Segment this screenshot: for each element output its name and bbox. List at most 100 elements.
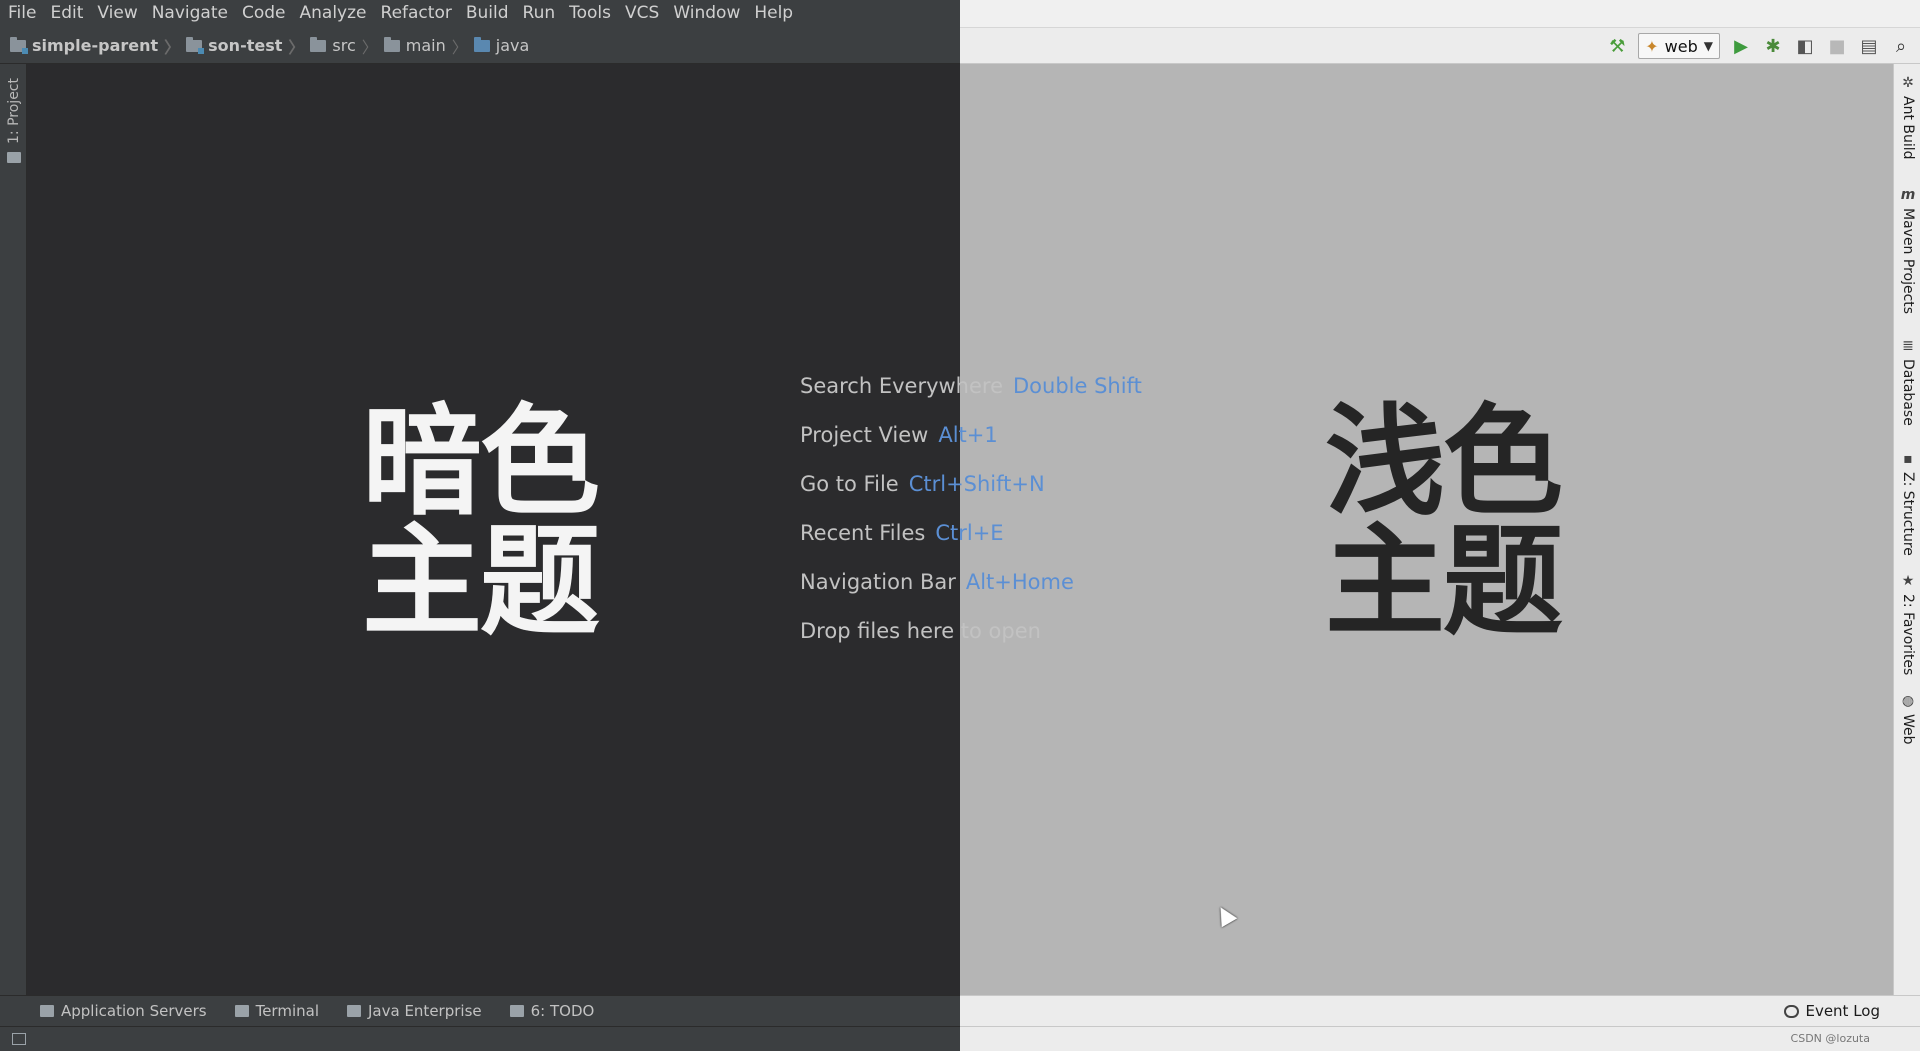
tool-tab-java-enterprise[interactable]: Java Enterprise	[347, 1002, 482, 1020]
module-folder-icon	[10, 36, 28, 54]
tool-tab-label: 2: Favorites	[1900, 594, 1916, 676]
bottom-tool-bar-light: Event Log	[960, 995, 1920, 1026]
breadcrumb-separator: 〉	[361, 37, 378, 57]
tool-tab-label: Z: Structure	[1900, 472, 1916, 556]
chevron-down-icon: ▼	[1703, 39, 1713, 53]
menu-analyze[interactable]: Analyze	[293, 0, 374, 27]
hint-label: Go to File	[800, 472, 899, 496]
tool-tab-label: Terminal	[255, 1002, 319, 1020]
tool-tab-label: 6: TODO	[530, 1002, 595, 1020]
breadcrumb-item-simple-parent[interactable]: simple-parent 〉	[10, 34, 180, 58]
build-hammer-icon[interactable]: ⚒	[1606, 35, 1628, 57]
menu-help[interactable]: Help	[747, 0, 800, 27]
hint-recent-files: Recent Files Ctrl+E	[800, 519, 1142, 568]
tool-tab-structure[interactable]: ▪ Z: Structure	[1896, 452, 1920, 556]
light-theme-label-line1: 浅色	[1325, 393, 1563, 532]
run-configuration-select[interactable]: ✦ web ▼	[1638, 33, 1720, 59]
hint-label: Search Everywhere	[800, 374, 1003, 398]
light-theme-label-line2: 主题	[1325, 513, 1563, 652]
menu-run[interactable]: Run	[516, 0, 563, 27]
stop-icon[interactable]: ■	[1826, 35, 1848, 57]
breadcrumb-item-main[interactable]: main 〉	[383, 34, 468, 58]
status-bar-light: CSDN @lozuta	[960, 1026, 1920, 1051]
tool-tab-database[interactable]: ≣ Database	[1896, 339, 1920, 426]
menu-code[interactable]: Code	[235, 0, 293, 27]
hint-shortcut: Alt+Home	[965, 570, 1074, 594]
breadcrumb-label: src	[332, 36, 356, 55]
menu-navigate[interactable]: Navigate	[145, 0, 235, 27]
tool-tab-application-servers[interactable]: Application Servers	[40, 1002, 207, 1020]
hint-label: Project View	[800, 423, 929, 447]
hint-go-to-file: Go to File Ctrl+Shift+N	[800, 470, 1142, 519]
breadcrumb-item-java[interactable]: java	[473, 36, 530, 55]
menu-refactor[interactable]: Refactor	[374, 0, 459, 27]
status-bar	[0, 1026, 960, 1051]
tool-tab-terminal[interactable]: Terminal	[234, 1002, 319, 1020]
module-folder-icon	[186, 36, 205, 54]
bottom-tool-bar: Application Servers Terminal Java Enterp…	[0, 995, 960, 1026]
run-icon[interactable]: ▶	[1730, 35, 1752, 57]
java-enterprise-icon	[347, 1005, 361, 1017]
tool-tab-todo[interactable]: 6: TODO	[509, 1002, 595, 1020]
hint-drop-files: Drop files here to open	[800, 617, 1142, 666]
tool-tab-ant-build[interactable]: ✲ Ant Build	[1896, 76, 1920, 160]
coverage-icon[interactable]: ◧	[1794, 35, 1816, 57]
menu-edit[interactable]: Edit	[43, 0, 90, 27]
tool-tab-web[interactable]: ◍ Web	[1896, 694, 1920, 745]
breadcrumb-item-son-test[interactable]: son-test 〉	[186, 34, 304, 58]
source-folder-icon	[473, 36, 490, 52]
hint-label: Recent Files	[800, 521, 926, 545]
tool-tab-favorites[interactable]: ★ 2: Favorites	[1896, 574, 1920, 675]
hint-shortcut: Double Shift	[1013, 374, 1142, 398]
ant-icon: ✲	[1902, 75, 1914, 91]
dark-theme-label-line2: 主题	[362, 513, 600, 652]
menu-build[interactable]: Build	[459, 0, 516, 27]
main-toolbar: ⚒ ✦ web ▼ ▶ ✱ ◧ ■ ▤ ⌕	[1606, 28, 1920, 64]
hint-label: Navigation Bar	[800, 570, 956, 594]
menubar-bg-light	[960, 0, 1920, 28]
tool-tab-label: Application Servers	[61, 1002, 207, 1020]
menu-window[interactable]: Window	[666, 0, 747, 27]
menu-file[interactable]: File	[0, 0, 43, 27]
search-icon[interactable]: ⌕	[1890, 35, 1912, 57]
breadcrumb-item-src[interactable]: src 〉	[310, 34, 378, 58]
right-tool-strip: ✲ Ant Build m Maven Projects ≣ Database …	[1893, 64, 1920, 995]
application-servers-icon	[40, 1005, 54, 1017]
breadcrumb-label: son-test	[208, 36, 283, 55]
event-log-label: Event Log	[1805, 1002, 1880, 1020]
dark-theme-label-line1: 暗色	[362, 393, 600, 532]
run-configuration-value: web	[1664, 36, 1698, 56]
star-icon: ★	[1901, 573, 1915, 589]
todo-list-icon	[509, 1005, 524, 1017]
hint-search-everywhere: Search Everywhere Double Shift	[800, 372, 1142, 421]
breadcrumb-separator: 〉	[288, 37, 305, 57]
tool-tab-project[interactable]: 1: Project	[3, 78, 25, 163]
hint-navigation-bar: Navigation Bar Alt+Home	[800, 568, 1142, 617]
breadcrumb-separator: 〉	[451, 37, 468, 57]
hint-shortcut: Alt+1	[938, 423, 998, 447]
folder-icon	[383, 36, 400, 52]
maven-icon: m	[1900, 187, 1916, 203]
event-log-button[interactable]: Event Log	[1784, 1002, 1880, 1020]
menu-view[interactable]: View	[90, 0, 144, 27]
left-tool-strip: 1: Project	[0, 64, 27, 995]
tool-tab-label: Maven Projects	[1900, 208, 1916, 315]
tomcat-icon: ✦	[1645, 36, 1659, 56]
breadcrumb-label: java	[495, 36, 530, 55]
database-icon: ≣	[1902, 338, 1914, 354]
structure-icon: ▪	[1903, 451, 1913, 467]
tool-tab-label: 1: Project	[6, 78, 22, 144]
tool-tab-maven-projects[interactable]: m Maven Projects	[1896, 188, 1920, 314]
menu-vcs[interactable]: VCS	[618, 0, 666, 27]
empty-editor-hints: Search Everywhere Double Shift Project V…	[800, 372, 1142, 666]
event-log-icon	[1784, 1004, 1800, 1018]
hint-label: Drop files here to open	[800, 619, 1041, 643]
menu-tools[interactable]: Tools	[562, 0, 618, 27]
project-structure-icon[interactable]: ▤	[1858, 35, 1880, 57]
breadcrumb-label: main	[405, 36, 446, 55]
hint-project-view: Project View Alt+1	[800, 421, 1142, 470]
tool-tab-label: Web	[1900, 714, 1916, 745]
tool-tab-label: Ant Build	[1900, 96, 1916, 160]
debug-icon[interactable]: ✱	[1762, 35, 1784, 57]
toggle-tool-windows-icon[interactable]	[12, 1033, 26, 1045]
